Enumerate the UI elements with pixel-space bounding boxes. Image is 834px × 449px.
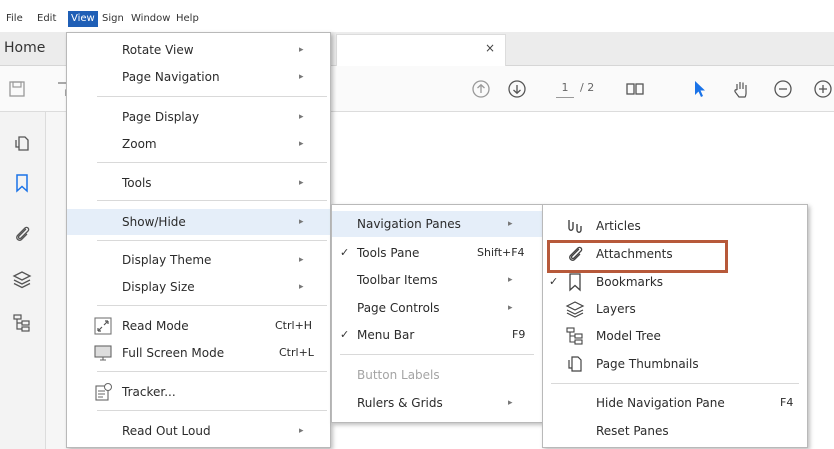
menu-view[interactable]: View bbox=[68, 11, 98, 27]
tab-home[interactable]: Home bbox=[0, 32, 66, 66]
layers-icon bbox=[565, 299, 585, 319]
menu-item-model-tree[interactable]: Model Tree bbox=[543, 323, 807, 349]
checkmark-icon: ✓ bbox=[340, 246, 350, 259]
full-screen-icon bbox=[93, 343, 113, 363]
menu-item-read-mode[interactable]: Read Mode Ctrl+H bbox=[67, 313, 330, 339]
view-menu: Rotate View ▸ Page Navigation ▸ Page Dis… bbox=[66, 32, 331, 448]
menu-separator bbox=[97, 96, 327, 97]
bookmark-icon[interactable] bbox=[11, 172, 33, 194]
menu-item-navigation-panes[interactable]: Navigation Panes ▸ bbox=[332, 211, 542, 237]
menu-file[interactable]: File bbox=[3, 11, 26, 27]
tab-document[interactable]: × bbox=[336, 34, 506, 66]
menu-item-tracker[interactable]: Tracker... bbox=[67, 379, 330, 405]
menu-item-rotate-view[interactable]: Rotate View ▸ bbox=[67, 37, 330, 63]
read-mode-icon bbox=[93, 316, 113, 336]
bookmark-icon bbox=[565, 272, 585, 292]
menu-item-full-screen-mode[interactable]: Full Screen Mode Ctrl+L bbox=[67, 340, 330, 366]
menu-window[interactable]: Window bbox=[128, 11, 173, 27]
menu-help[interactable]: Help bbox=[173, 11, 202, 27]
menu-separator bbox=[97, 240, 327, 241]
menu-item-reset-panes[interactable]: Reset Panes bbox=[543, 418, 807, 444]
menu-separator bbox=[551, 383, 799, 384]
menu-item-zoom[interactable]: Zoom ▸ bbox=[67, 131, 330, 157]
page-thumbnails-icon bbox=[565, 354, 585, 374]
menu-bar: File Edit View Sign Window Help bbox=[0, 0, 834, 32]
close-icon[interactable]: × bbox=[485, 41, 495, 55]
menu-item-menu-bar[interactable]: ✓ Menu Bar F9 bbox=[332, 322, 542, 348]
menu-item-hide-navigation-pane[interactable]: Hide Navigation Pane F4 bbox=[543, 390, 807, 416]
menu-item-read-out-loud[interactable]: Read Out Loud ▸ bbox=[67, 418, 330, 444]
menu-item-show-hide[interactable]: Show/Hide ▸ bbox=[67, 209, 330, 235]
model-tree-icon bbox=[565, 326, 585, 346]
page-up-icon[interactable] bbox=[470, 78, 492, 100]
hand-tool-icon[interactable] bbox=[730, 78, 752, 100]
menu-sign[interactable]: Sign bbox=[99, 11, 127, 27]
menu-item-layers[interactable]: Layers bbox=[543, 296, 807, 322]
menu-separator bbox=[97, 162, 327, 163]
articles-icon bbox=[565, 216, 585, 236]
zoom-in-icon[interactable] bbox=[812, 78, 834, 100]
show-hide-submenu: Navigation Panes ▸ ✓ Tools Pane Shift+F4… bbox=[331, 204, 543, 423]
menu-separator bbox=[97, 371, 327, 372]
menu-item-toolbar-items[interactable]: Toolbar Items ▸ bbox=[332, 267, 542, 293]
menu-separator bbox=[97, 410, 327, 411]
page-thumbnails-icon[interactable] bbox=[11, 132, 33, 154]
menu-item-button-labels: Button Labels bbox=[357, 368, 440, 382]
menu-item-page-display[interactable]: Page Display ▸ bbox=[67, 104, 330, 130]
save-icon[interactable] bbox=[6, 78, 28, 100]
two-page-view-icon[interactable] bbox=[624, 78, 646, 100]
page-total: / 2 bbox=[580, 81, 595, 94]
menu-item-page-navigation[interactable]: Page Navigation ▸ bbox=[67, 64, 330, 90]
menu-separator bbox=[97, 305, 327, 306]
menu-item-tools[interactable]: Tools ▸ bbox=[67, 170, 330, 196]
menu-item-articles[interactable]: Articles bbox=[543, 213, 807, 239]
tracker-icon bbox=[93, 382, 113, 402]
page-down-icon[interactable] bbox=[506, 78, 528, 100]
layers-icon[interactable] bbox=[11, 268, 33, 290]
page-number-input[interactable]: 1 bbox=[556, 80, 574, 98]
checkmark-icon: ✓ bbox=[340, 328, 350, 341]
menu-item-page-thumbnails[interactable]: Page Thumbnails bbox=[543, 351, 807, 377]
menu-item-page-controls[interactable]: Page Controls ▸ bbox=[332, 295, 542, 321]
annotation-highlight-box bbox=[547, 240, 728, 273]
zoom-out-icon[interactable] bbox=[772, 78, 794, 100]
menu-separator bbox=[97, 200, 327, 201]
menu-item-display-theme[interactable]: Display Theme ▸ bbox=[67, 247, 330, 273]
menu-edit[interactable]: Edit bbox=[34, 11, 59, 27]
paperclip-icon[interactable] bbox=[11, 222, 33, 244]
menu-item-display-size[interactable]: Display Size ▸ bbox=[67, 274, 330, 300]
menu-item-tools-pane[interactable]: ✓ Tools Pane Shift+F4 bbox=[332, 240, 542, 266]
model-tree-icon[interactable] bbox=[11, 312, 33, 334]
menu-separator bbox=[340, 354, 534, 355]
select-cursor-icon[interactable] bbox=[688, 78, 710, 100]
menu-item-rulers-grids[interactable]: Rulers & Grids ▸ bbox=[332, 390, 542, 416]
